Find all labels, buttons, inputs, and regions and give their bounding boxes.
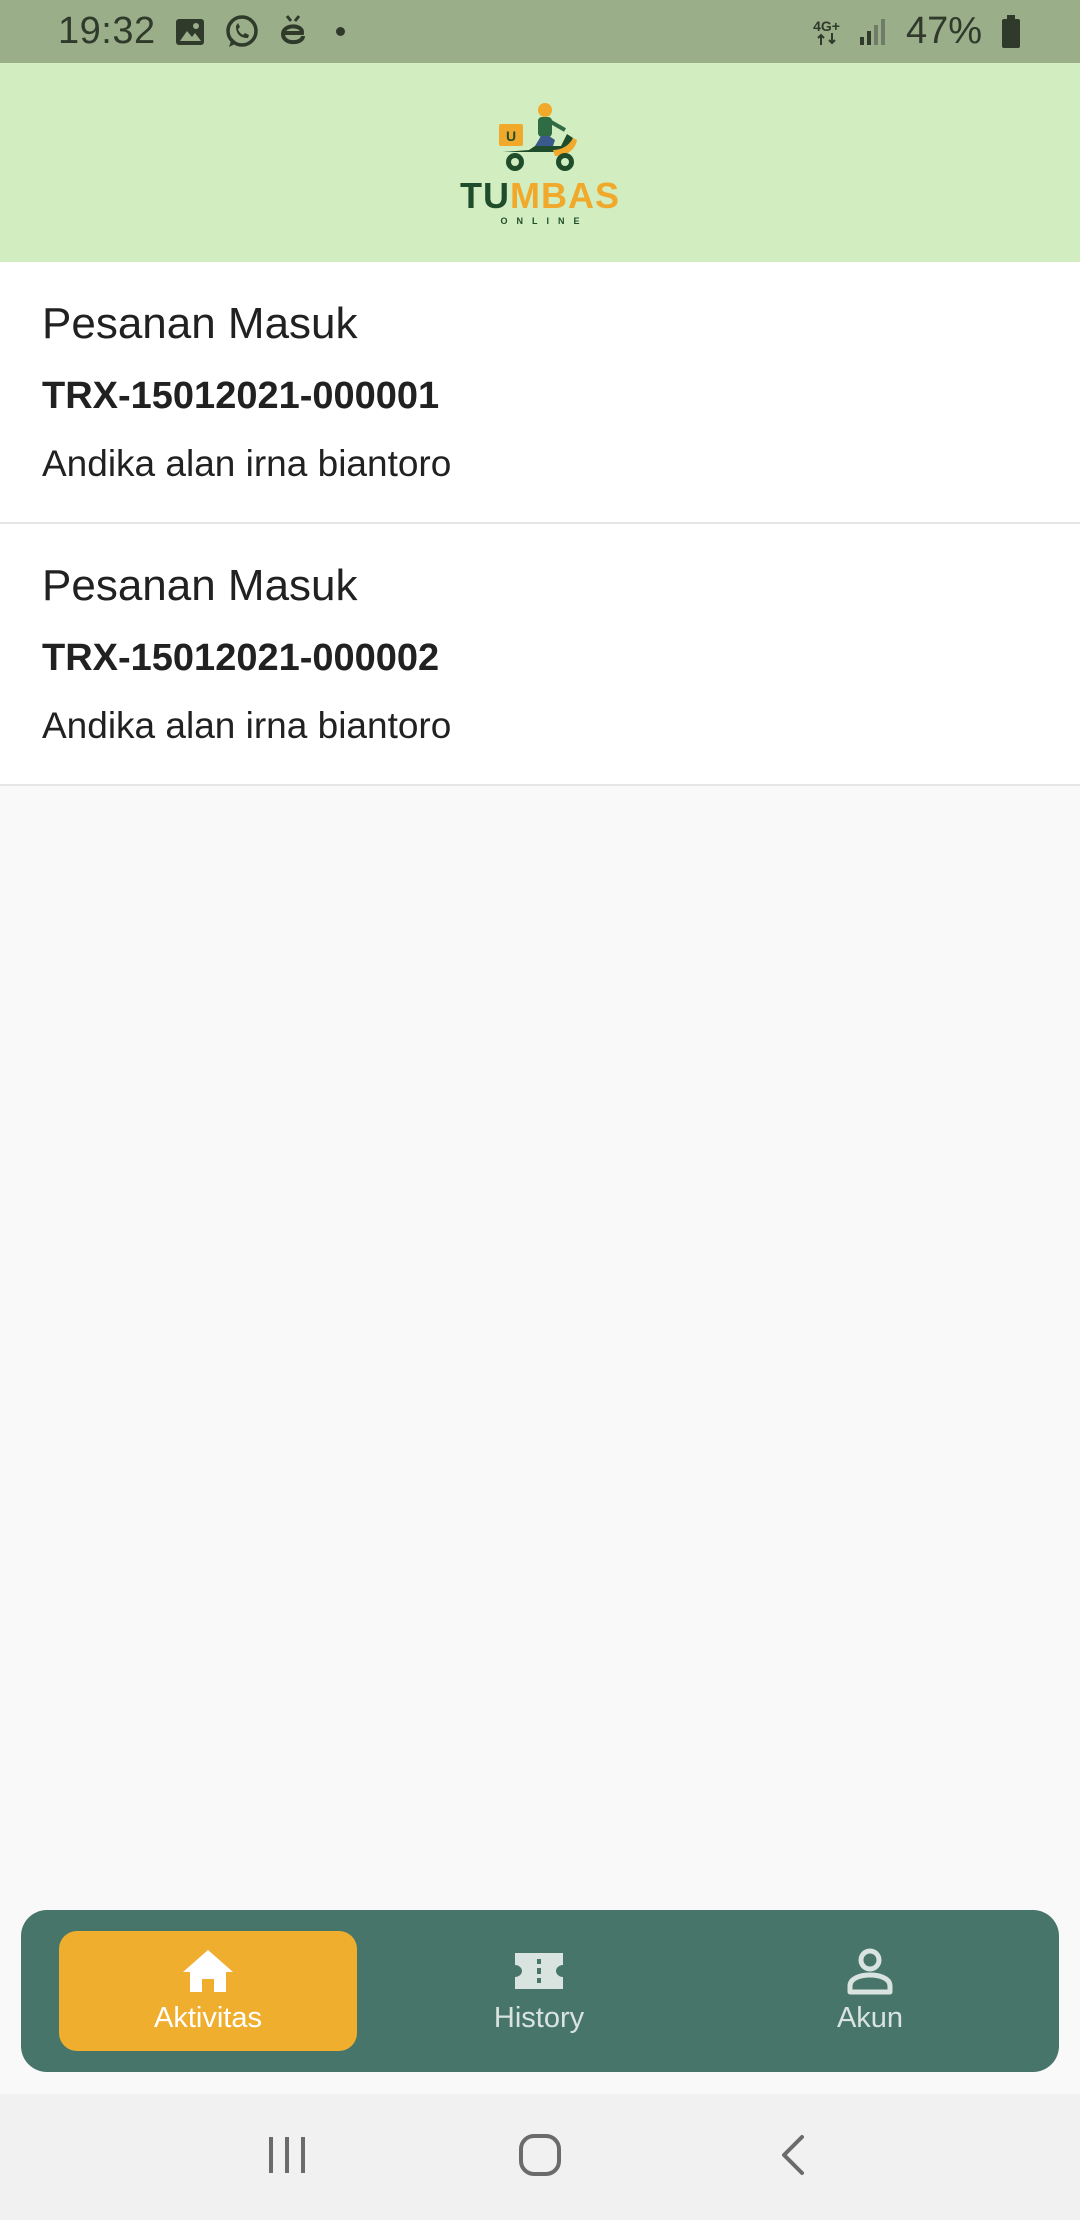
network-4g-icon: 4G+ (813, 19, 840, 45)
logo-subtitle: ONLINE (500, 215, 589, 226)
status-time: 19:32 (58, 10, 156, 52)
status-bar: 19:32 4G+ 47% (0, 0, 1080, 63)
order-card[interactable]: Pesanan Masuk TRX-15012021-000002 Andika… (0, 524, 1080, 786)
whatsapp-icon (224, 14, 260, 50)
battery-icon (1000, 14, 1022, 50)
app-bar: U TUMBAS ONLINE (0, 63, 1080, 262)
nav-item-history[interactable]: History (390, 1931, 688, 2051)
home-circle-icon (517, 2132, 563, 2183)
svg-text:U: U (506, 128, 516, 144)
status-left: 19:32 (58, 10, 345, 53)
system-navigation-bar (0, 2094, 1080, 2220)
bottom-navigation: Aktivitas History Akun (21, 1910, 1059, 2072)
nav-label-history: History (493, 2002, 585, 2034)
recents-button[interactable] (247, 2117, 327, 2197)
order-card[interactable]: Pesanan Masuk TRX-15012021-000001 Andika… (0, 262, 1080, 524)
order-code: TRX-15012021-000002 (42, 637, 440, 679)
back-button[interactable] (753, 2117, 833, 2197)
order-customer: Andika alan irna biantoro (42, 705, 452, 746)
logo-wordmark: TUMBAS (460, 174, 620, 216)
image-icon (174, 17, 206, 47)
order-list: Pesanan Masuk TRX-15012021-000001 Andika… (0, 262, 1080, 786)
battery-percent: 47% (905, 10, 982, 52)
nav-item-akun[interactable]: Akun (721, 1931, 1019, 2051)
order-status: Pesanan Masuk (42, 299, 358, 348)
logo-text-tu: TU (460, 174, 510, 216)
scooter-rider-icon: U (499, 102, 577, 171)
back-icon (778, 2133, 808, 2182)
home-icon (180, 1946, 236, 1996)
home-button[interactable] (500, 2117, 580, 2197)
e-app-icon (278, 14, 308, 50)
signal-icon (858, 17, 888, 47)
nav-label-aktivitas: Aktivitas (154, 2002, 262, 2034)
app-logo: U TUMBAS ONLINE (460, 100, 620, 226)
status-right: 4G+ 47% (813, 10, 1022, 53)
order-customer: Andika alan irna biantoro (42, 443, 452, 484)
logo-text-mbas: MBAS (510, 174, 620, 216)
order-code: TRX-15012021-000001 (42, 375, 440, 417)
ticket-icon (511, 1946, 567, 1996)
order-status: Pesanan Masuk (42, 561, 358, 610)
network-type-label: 4G+ (813, 17, 840, 34)
nav-item-aktivitas[interactable]: Aktivitas (59, 1931, 357, 2051)
nav-label-akun: Akun (836, 2002, 904, 2034)
person-icon (842, 1946, 898, 1996)
recents-icon (265, 2135, 309, 2180)
dot-icon (335, 27, 345, 36)
